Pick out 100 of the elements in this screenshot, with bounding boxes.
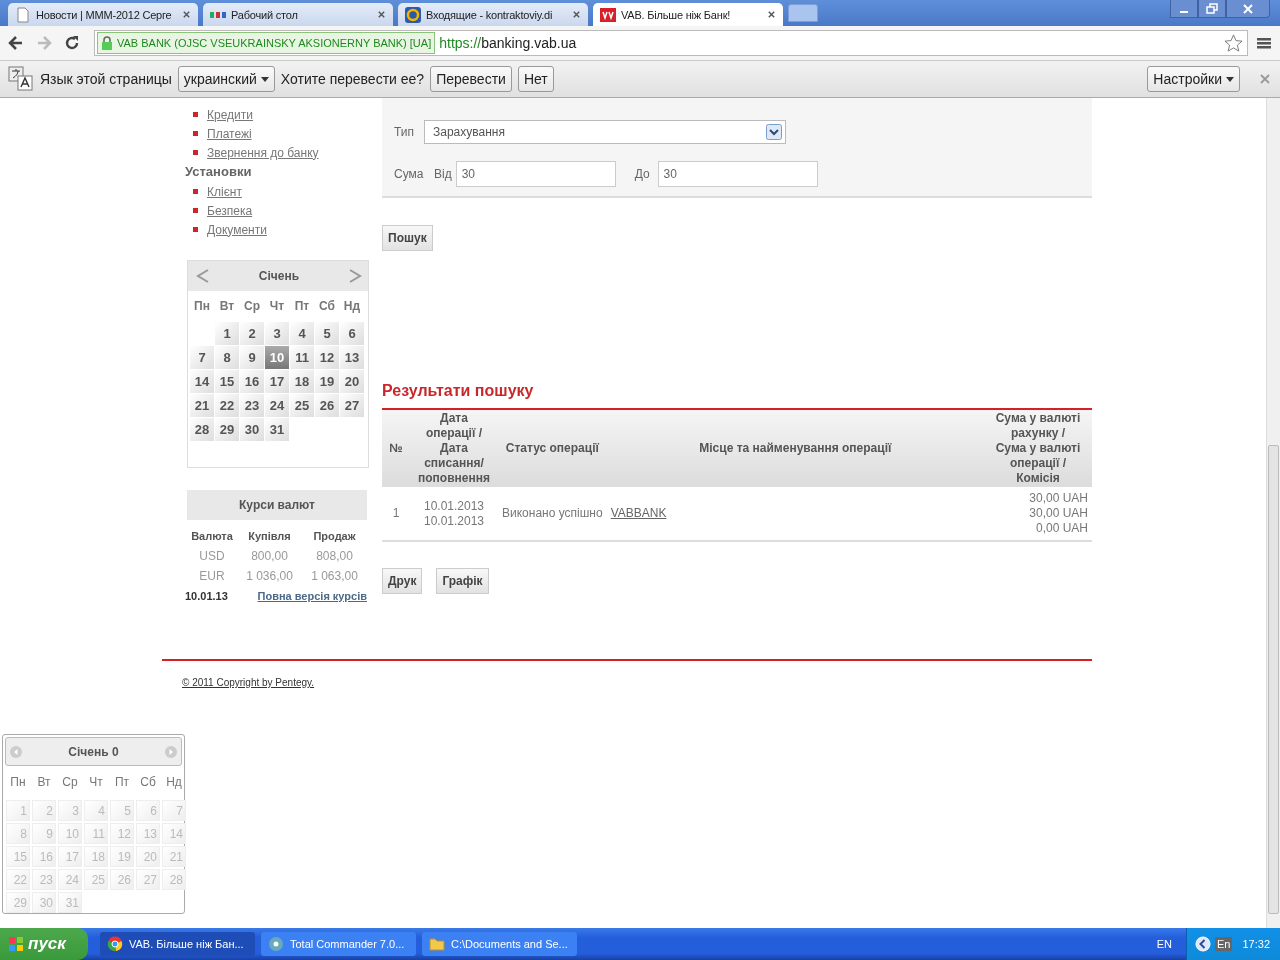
column-header: Купівля (247, 529, 292, 544)
column-header: Валюта (190, 529, 234, 544)
search-button[interactable]: Пошук (382, 225, 433, 251)
settings-dropdown[interactable]: Настройки (1147, 66, 1240, 92)
action-button[interactable]: Друк (382, 568, 423, 594)
rates-title: Курси валют (187, 490, 367, 520)
calendar-day[interactable]: 26 (315, 394, 339, 417)
column-header: Продаж (312, 529, 357, 544)
calendar-day[interactable]: 3 (265, 322, 289, 345)
calendar-month: Січень 0 (68, 744, 119, 759)
copyright-link[interactable]: © 2011 Copyright by Pentegy. (182, 677, 315, 688)
sidebar-link[interactable]: Платежі (207, 126, 252, 141)
language-indicator[interactable]: EN (1156, 938, 1172, 950)
browser-tab[interactable]: Входящие - kontraktoviy.di (398, 3, 588, 26)
calendar-month: Січень (258, 269, 300, 283)
table-cell: Виконано успішно (498, 487, 607, 541)
translate-question: Хотите перевести ее? (280, 71, 425, 87)
calendar-day[interactable]: 30 (240, 418, 264, 441)
calendar-day[interactable]: 24 (265, 394, 289, 417)
translate-bar-button[interactable]: Нет (517, 66, 554, 92)
calendar-day[interactable]: 25 (290, 394, 314, 417)
table-cell-text: 1 063,00 (310, 568, 359, 585)
column-header: № (382, 409, 410, 487)
calendar-day[interactable]: 1 (215, 322, 239, 345)
language-dropdown[interactable]: украинский (177, 66, 275, 92)
translate-bar-button[interactable]: Перевести (430, 66, 512, 92)
rates-link[interactable]: Повна версія курсів (257, 590, 367, 602)
table-cell-text: 800,00 (250, 548, 289, 565)
calendar-day[interactable]: 14 (190, 370, 214, 393)
weekday-label: Пн (193, 298, 211, 315)
column-header: Місце та найменування операції (606, 409, 984, 487)
weekday-label: Нд (342, 298, 362, 315)
calendar-day[interactable]: 27 (340, 394, 364, 417)
calendar-day[interactable]: 18 (290, 370, 314, 393)
calendar-day[interactable]: 11 (290, 346, 314, 369)
calendar-day[interactable]: 10 (265, 346, 289, 369)
calendar-day[interactable]: 13 (340, 346, 364, 369)
column-header: Дата операції / Дата списання/ поповнення (410, 409, 498, 487)
sum-label: Сума (394, 167, 424, 181)
calendar-day[interactable]: 29 (215, 418, 239, 441)
to-field[interactable]: 30 (657, 161, 818, 187)
calendar-day[interactable]: 9 (240, 346, 264, 369)
sidebar-link[interactable]: Безпека (207, 203, 253, 218)
weekday-label: Сб (318, 298, 336, 315)
type-select[interactable]: Зарахування (424, 120, 786, 144)
weekday-label: Пт (113, 774, 131, 791)
weekday-label: Пн (9, 774, 27, 791)
action-button[interactable]: Графік (436, 568, 489, 594)
taskbar-button[interactable]: VAB. Більше ніж Бан... (100, 932, 255, 956)
calendar-day[interactable]: 5 (315, 322, 339, 345)
address-field[interactable]: VAB BANK (OJSC VSEUKRAINSKY AKSIONERNY BANK) [UA] https://banking.vab.ua (94, 30, 1248, 56)
place-link[interactable]: VABBANK (610, 506, 667, 520)
from-field[interactable]: 30 (455, 161, 616, 187)
weekday-label: Нд (165, 774, 183, 791)
calendar-day[interactable]: 8 (215, 346, 239, 369)
sidebar-link[interactable]: Звернення до банку (207, 145, 319, 160)
calendar-day[interactable]: 22 (215, 394, 239, 417)
start-button[interactable]: пуск (0, 928, 88, 960)
clock: 17:32 (1242, 938, 1270, 950)
input-language-indicator[interactable]: En (1215, 937, 1233, 951)
from-label: Від (434, 167, 452, 181)
sidebar-link[interactable]: Клієнт (207, 184, 242, 199)
column-header: Сума у валюті рахунку / Сума у валюті операції / Комісія (984, 409, 1092, 487)
calendar-day[interactable]: 16 (240, 370, 264, 393)
calendar-day[interactable]: 31 (265, 418, 289, 441)
taskbar-button[interactable]: C:\Documents and Se... (422, 932, 577, 956)
calendar-day[interactable]: 2 (240, 322, 264, 345)
browser-tab[interactable]: Новости | МММ-2012 Серге (8, 3, 198, 26)
calendar-day[interactable]: 6 (340, 322, 364, 345)
weekday-label: Чт (268, 298, 286, 315)
table-cell: 1 (382, 487, 410, 541)
sidebar-link[interactable]: Документи (207, 222, 267, 237)
calendar-day[interactable]: 4 (290, 322, 314, 345)
site-identity: VAB BANK (OJSC VSEUKRAINSKY AKSIONERNY BANK) [UA] (117, 37, 432, 49)
calendar-day[interactable]: 12 (315, 346, 339, 369)
sidebar-heading: Установки (185, 163, 253, 181)
weekday-label: Ср (61, 774, 79, 791)
calendar-day[interactable]: 28 (190, 418, 214, 441)
calendar-day[interactable]: 17 (265, 370, 289, 393)
calendar-day[interactable]: 15 (215, 370, 239, 393)
calendar-day[interactable]: 20 (340, 370, 364, 393)
calendar-day[interactable]: 7 (190, 346, 214, 369)
table-cell-text: EUR (198, 568, 226, 585)
column-header: Статус операції (498, 409, 607, 487)
table-cell-text: 808,00 (315, 548, 354, 565)
calendar-day[interactable]: 23 (240, 394, 264, 417)
weekday-label: Вт (218, 298, 236, 315)
calendar-day[interactable]: 21 (190, 394, 214, 417)
type-label: Тип (394, 125, 415, 139)
sidebar-link[interactable]: Кредити (207, 107, 253, 122)
table-cell: 10.01.2013 10.01.2013 (410, 487, 498, 541)
calendar-day[interactable]: 19 (315, 370, 339, 393)
browser-tab[interactable]: Рабочий стол (203, 3, 393, 26)
table-cell-text: 1 036,00 (245, 568, 294, 585)
browser-tab[interactable]: VAB. Більше ніж Банк! (593, 3, 783, 26)
weekday-label: Чт (88, 774, 104, 791)
taskbar-button[interactable]: Total Commander 7.0... (261, 932, 416, 956)
table-cell-text: USD (198, 548, 226, 565)
translate-label: Язык этой страницы (40, 71, 172, 87)
url-text: https://banking.vab.ua (439, 35, 578, 51)
